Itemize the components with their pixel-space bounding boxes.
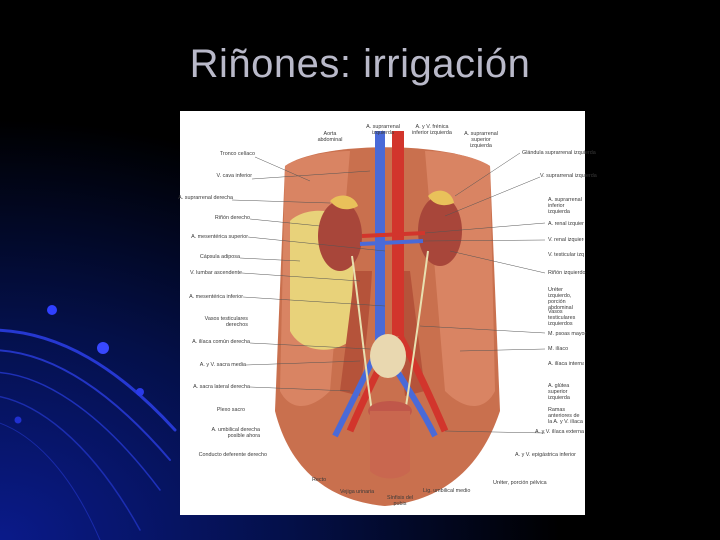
label-suprarrenal-superior: A. suprarrenal superior izquierda	[464, 131, 498, 149]
label-ureter-pelvica: Uréter, porción pélvica	[493, 480, 547, 486]
label-vejiga: Vejiga urinaria	[340, 489, 375, 495]
label-right-7: Uréter izquierdo, porción abdominal	[548, 287, 573, 311]
label-left-8: Vasos testiculares derechos	[204, 316, 248, 328]
label-left-11: A. sacra lateral derecha	[193, 384, 250, 390]
label-recto: Recto	[312, 477, 327, 483]
slide-title: Riñones: irrigación	[189, 42, 531, 86]
label-right-14: A. y V. ilíaca externa	[535, 429, 584, 435]
label-right-5: V. testicular izquierda	[548, 252, 584, 258]
label-sinfisis: Sínfisis del pubis	[386, 495, 414, 507]
label-left-2: A. suprarrenal derecha	[178, 195, 233, 201]
label-left-1: V. cava inferior	[216, 173, 252, 179]
label-right-9: M. psoas mayor	[548, 331, 587, 337]
label-left-3: Riñón derecho	[214, 215, 250, 221]
label-suprarrenal-izquierda: A. suprarrenal izquierda	[366, 124, 400, 136]
label-right-15: A. y V. epigástrica inferior	[515, 452, 576, 458]
label-right-11: A. ilíaca interna	[548, 361, 584, 367]
label-left-5: Cápsula adiposa	[199, 254, 240, 260]
label-aorta-abdominal: Aorta abdominal	[317, 131, 343, 143]
label-right-6: Riñón izquierdo	[548, 270, 586, 276]
label-right-4: V. renal izquierda	[548, 237, 584, 243]
label-frenica-inferior: A. y V. frénica inferior izquierda	[412, 124, 452, 136]
label-right-1: V. suprarrenal izquierda	[540, 173, 597, 179]
label-left-6: V. lumbar ascendente	[190, 270, 242, 276]
label-left-0: Tronco celíaco	[219, 151, 255, 157]
label-right-10: M. ilíaco	[548, 346, 569, 352]
label-left-10: A. y V. sacra media	[199, 362, 246, 368]
label-left-14: Conducto deferente derecho	[198, 452, 267, 458]
label-right-12: A. glútea superior izquierda	[548, 383, 570, 401]
label-umbilical-medio: Lig. umbilical medio	[423, 488, 471, 494]
label-left-13: A. umbilical derecha posible ahora	[211, 427, 260, 439]
label-left-7: A. mesentérica inferior	[189, 294, 243, 300]
label-left-4: A. mesentérica superior	[191, 234, 248, 240]
label-right-2: A. suprarrenal inferior izquierda	[548, 197, 582, 215]
label-right-0: Glándula suprarrenal izquierda	[522, 150, 596, 156]
anatomy-illustration: Aorta abdominal A. suprarrenal izquierda…	[178, 111, 597, 515]
label-right-13: Ramas anteriores de la A. y V. ilíaca	[548, 407, 583, 425]
label-left-12: Plexo sacro	[216, 407, 245, 413]
label-right-3: A. renal izquierda	[548, 221, 584, 227]
label-left-9: A. ilíaca común derecha	[192, 339, 250, 345]
label-right-8: Vasos testiculares izquierdos	[548, 309, 576, 327]
